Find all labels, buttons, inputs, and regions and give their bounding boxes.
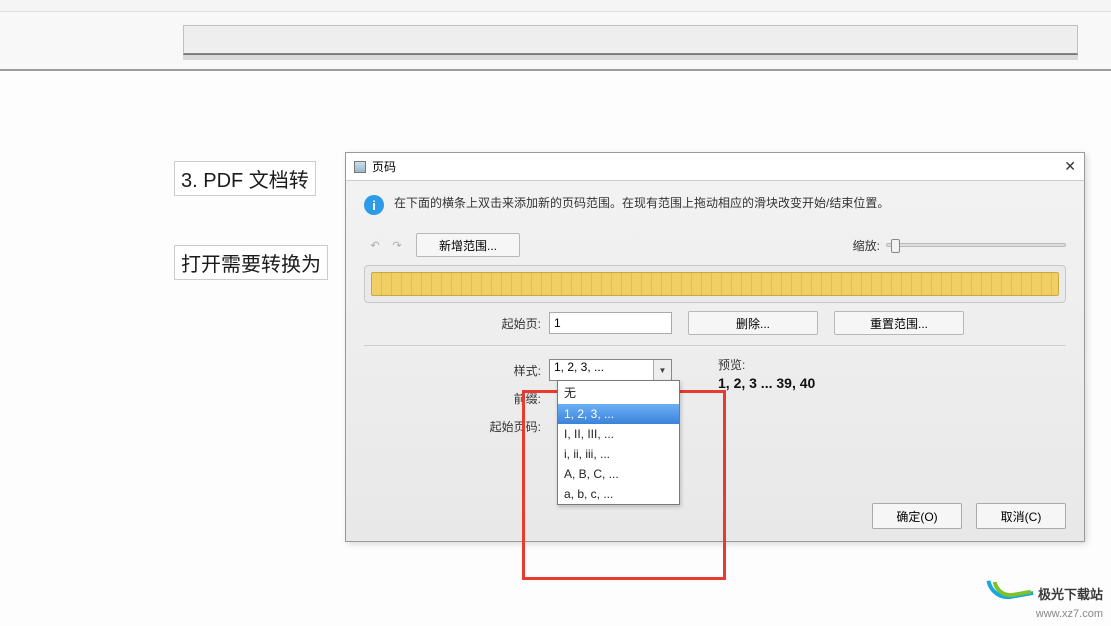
ruler-panel: [364, 265, 1066, 303]
info-text: 在下面的横条上双击来添加新的页码范围。在现有范围上拖动相应的滑块改变开始/结束位…: [394, 195, 889, 212]
page-number-dialog: 页码 ✕ i 在下面的横条上双击来添加新的页码范围。在现有范围上拖动相应的滑块改…: [345, 152, 1085, 542]
dialog-body: i 在下面的横条上双击来添加新的页码范围。在现有范围上拖动相应的滑块改变开始/结…: [346, 181, 1084, 541]
background-window-strip: [183, 25, 1078, 55]
reset-range-button[interactable]: 重置范围...: [834, 311, 964, 335]
info-icon: i: [364, 195, 384, 215]
chevron-down-icon: ▼: [653, 360, 671, 380]
cancel-button[interactable]: 取消(C): [976, 503, 1066, 529]
page-range-ruler[interactable]: [371, 272, 1059, 296]
style-option-alpha-upper[interactable]: A, B, C, ...: [558, 464, 679, 484]
watermark: 极光下载站 www.xz7.com: [988, 575, 1103, 622]
style-section: 样式: 1, 2, 3, ... ▼ 前缀: 起始页码: 预览: 1, 2, 3…: [364, 356, 1066, 440]
style-option-roman-upper[interactable]: I, II, III, ...: [558, 424, 679, 444]
style-option-none[interactable]: 无: [558, 381, 679, 404]
ok-button[interactable]: 确定(O): [872, 503, 962, 529]
preview-value: 1, 2, 3 ... 39, 40: [718, 375, 815, 391]
style-label: 样式:: [364, 362, 549, 379]
style-dropdown-list: 无 1, 2, 3, ... I, II, III, ... i, ii, ii…: [557, 380, 680, 505]
preview-block: 预览: 1, 2, 3 ... 39, 40: [718, 356, 815, 391]
dialog-titlebar[interactable]: 页码 ✕: [346, 153, 1084, 181]
start-page-input[interactable]: [549, 312, 672, 334]
prefix-label: 前缀:: [364, 390, 549, 407]
start-num-label: 起始页码:: [364, 418, 549, 435]
style-dropdown[interactable]: 1, 2, 3, ... ▼: [549, 359, 672, 381]
watermark-logo: [988, 575, 1034, 599]
toolbar-row: ↶ ↷ 新增范围... 缩放:: [364, 233, 1066, 257]
zoom-thumb[interactable]: [891, 239, 900, 253]
watermark-text-2: www.xz7.com: [1036, 608, 1103, 620]
style-option-arabic[interactable]: 1, 2, 3, ...: [558, 404, 679, 424]
zoom-label: 缩放:: [853, 237, 880, 254]
dialog-icon: [354, 161, 366, 173]
dialog-title: 页码: [372, 158, 396, 175]
zoom-slider[interactable]: [886, 243, 1066, 247]
zoom-group: 缩放:: [853, 237, 1066, 254]
new-range-button[interactable]: 新增范围...: [416, 233, 520, 257]
preview-label: 预览:: [718, 356, 815, 373]
divider: [364, 345, 1066, 346]
app-top-toolbar: [0, 0, 1111, 12]
watermark-text-1: 极光下载站: [1038, 587, 1103, 602]
close-icon[interactable]: ✕: [1064, 158, 1076, 175]
background-window-shadow: [183, 54, 1078, 60]
document-text-1: 3. PDF 文档转: [174, 161, 316, 196]
start-page-row: 起始页: 删除... 重置范围...: [364, 311, 1066, 335]
style-dropdown-value: 1, 2, 3, ...: [554, 360, 604, 374]
info-row: i 在下面的横条上双击来添加新的页码范围。在现有范围上拖动相应的滑块改变开始/结…: [364, 195, 1066, 215]
undo-icon[interactable]: ↶: [366, 236, 384, 254]
style-option-alpha-lower[interactable]: a, b, c, ...: [558, 484, 679, 504]
dialog-footer: 确定(O) 取消(C): [872, 503, 1066, 529]
start-page-label: 起始页:: [364, 315, 549, 332]
style-option-roman-lower[interactable]: i, ii, iii, ...: [558, 444, 679, 464]
delete-button[interactable]: 删除...: [688, 311, 818, 335]
redo-icon[interactable]: ↷: [388, 236, 406, 254]
document-text-2: 打开需要转换为: [174, 245, 328, 280]
